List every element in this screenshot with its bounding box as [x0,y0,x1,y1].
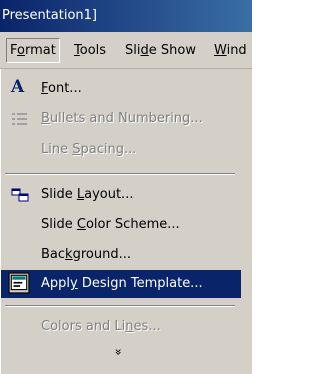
menu-item-slide-layout[interactable]: Slide Layout... [1,180,241,210]
design-template-icon [8,272,30,294]
menu-item-bullets-numbering[interactable]: Bullets and Numbering... [1,104,241,134]
format-dropdown-menu: A Font... Bullets and Numbering... Line … [0,69,252,374]
menu-separator [5,173,235,175]
menu-tools[interactable]: Tools [74,43,106,58]
window-title: Presentation1] [2,8,97,23]
window-title-bar: Presentation1] [0,0,252,32]
menu-window[interactable]: Wind [214,43,247,58]
menu-separator [5,305,235,307]
font-icon: A [11,77,25,97]
menu-item-font[interactable]: A Font... [1,74,241,104]
expand-menu-chevron-icon[interactable]: » [112,348,126,355]
menu-slide-show[interactable]: Slide Show [125,43,196,58]
slide-layout-icon [11,188,29,202]
menu-item-background[interactable]: Background... [1,240,241,270]
menu-item-line-spacing[interactable]: Line Spacing... [1,135,241,165]
menu-item-colors-and-lines[interactable]: Colors and Lines... [1,312,241,342]
menu-item-apply-design-template[interactable]: Apply Design Template... [1,270,241,298]
menu-item-slide-color-scheme[interactable]: Slide Color Scheme... [1,210,241,240]
menu-format[interactable]: Format [6,38,60,63]
menu-bar: Format Tools Slide Show Wind [0,32,252,69]
bullets-icon [12,113,27,125]
